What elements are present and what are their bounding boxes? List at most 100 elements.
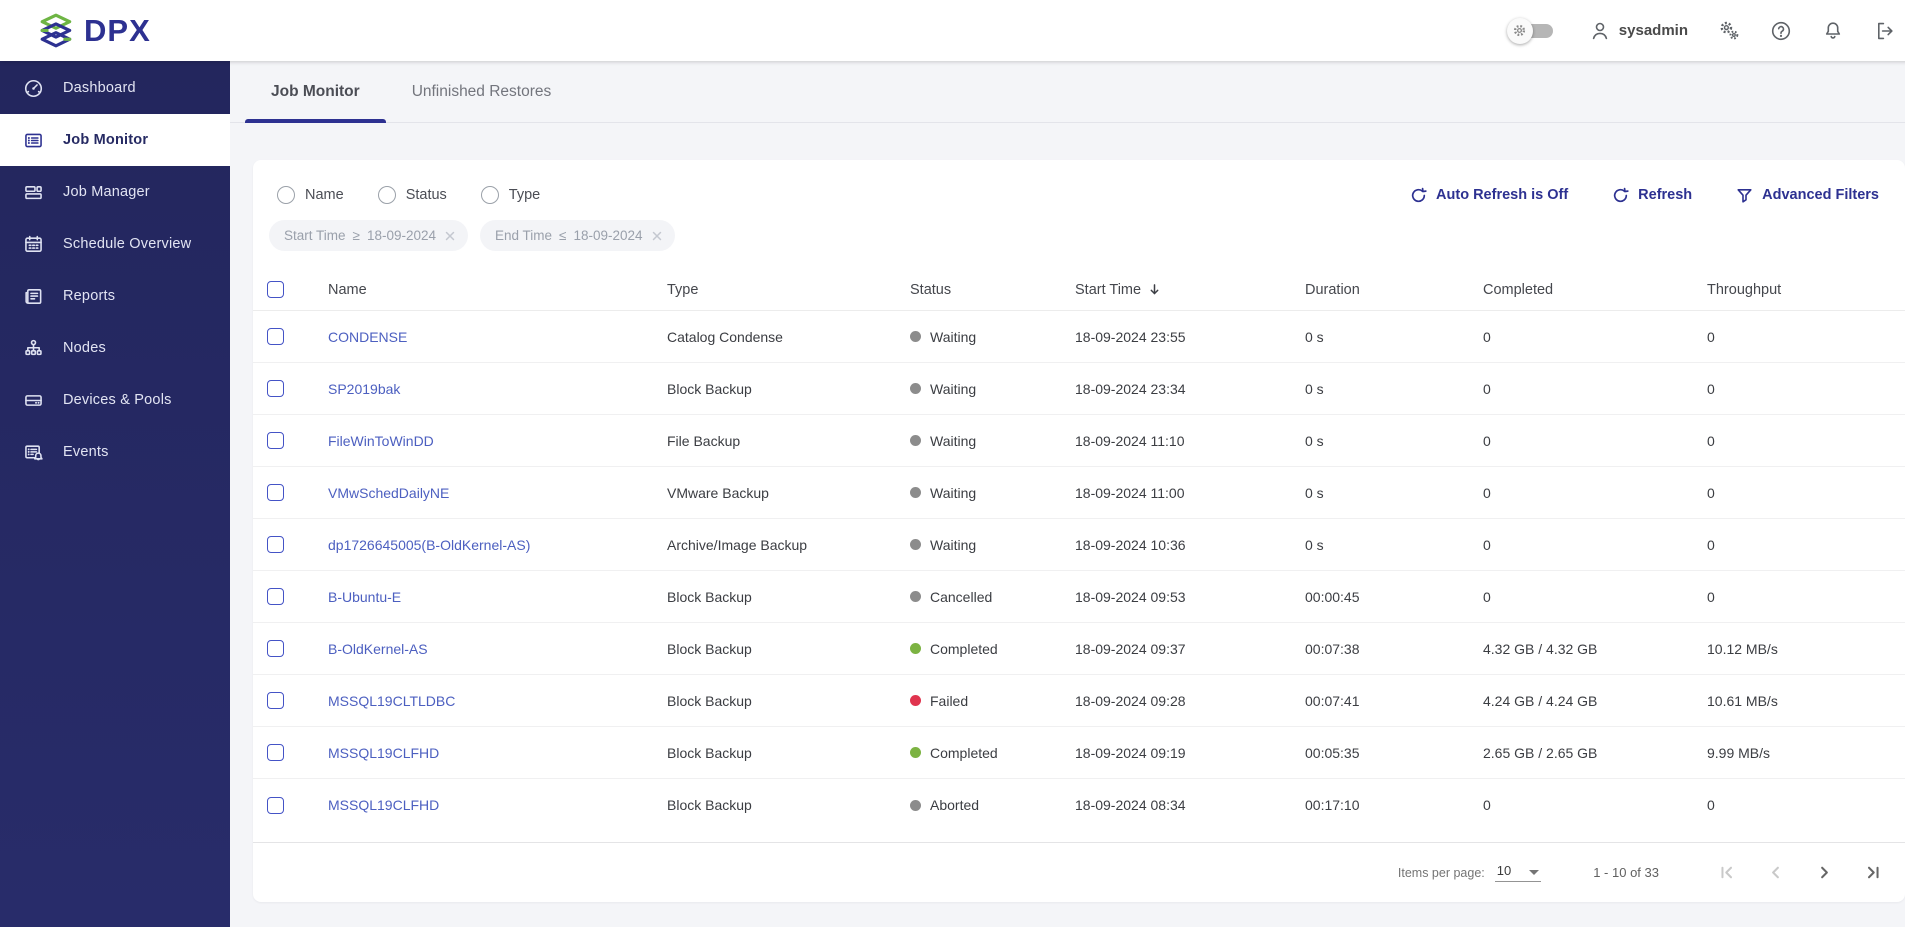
sidebar-item-label: Reports <box>63 288 116 304</box>
status-label: Waiting <box>930 380 977 397</box>
row-checkbox[interactable] <box>267 692 284 709</box>
job-name-link[interactable]: SP2019bak <box>328 381 400 397</box>
events-icon <box>23 442 44 463</box>
job-type-cell: VMware Backup <box>667 484 769 501</box>
logo-text: DPX <box>84 12 151 48</box>
sidebar-item-dashboard[interactable]: Dashboard <box>0 62 230 114</box>
chip-close-icon[interactable] <box>650 229 664 243</box>
status-label: Cancelled <box>930 588 993 605</box>
status-label: Aborted <box>930 797 980 813</box>
sidebar-item-events[interactable]: Events <box>0 426 230 478</box>
auto-refresh-is-off-button[interactable]: Auto Refresh is Off <box>1410 187 1568 204</box>
advanced-filters-button[interactable]: Advanced Filters <box>1736 187 1879 204</box>
system-settings-icon[interactable] <box>1718 20 1740 42</box>
notifications-bell-icon[interactable] <box>1822 20 1844 42</box>
tabstrip: Job Monitor Unfinished Restores <box>230 61 1920 123</box>
filter-chip-start-time: Start Time ≥ 18-09-2024 <box>269 220 468 251</box>
nodes-icon <box>23 338 44 359</box>
status-label: Waiting <box>930 328 977 345</box>
job-status-cell: Waiting <box>910 329 1075 345</box>
job-name-link[interactable]: FileWinToWinDD <box>328 433 434 449</box>
row-checkbox[interactable] <box>267 744 284 761</box>
row-checkbox[interactable] <box>267 588 284 605</box>
scrollbar[interactable] <box>1905 61 1920 927</box>
status-label: Waiting <box>930 536 977 553</box>
sidebar-item-nodes[interactable]: Nodes <box>0 322 230 374</box>
last-page-button[interactable] <box>1864 863 1883 882</box>
help-icon[interactable] <box>1770 20 1792 42</box>
radio-label: Name <box>305 187 344 203</box>
status-label: Waiting <box>930 484 977 501</box>
job-name-link[interactable]: VMwSchedDailyNE <box>328 485 449 501</box>
row-checkbox[interactable] <box>267 536 284 553</box>
chip-close-icon[interactable] <box>443 229 457 243</box>
duration-cell: 0 s <box>1305 380 1324 397</box>
job-name-link[interactable]: MSSQL19CLFHD <box>328 797 439 813</box>
start-time-cell: 18-09-2024 09:37 <box>1075 640 1186 657</box>
job-name-link[interactable]: MSSQL19CLTLDBC <box>328 693 455 709</box>
column-header-throughput[interactable]: Throughput <box>1707 282 1891 298</box>
table-body: CONDENSE Catalog Condense Waiting 18-09-… <box>253 311 1905 831</box>
job-type-cell: Block Backup <box>667 380 752 397</box>
throughput-cell: 0 <box>1707 588 1715 605</box>
schedule-overview-icon <box>23 234 44 255</box>
topbar: DPX sysadmin <box>0 0 1920 61</box>
logout-icon[interactable] <box>1874 20 1896 42</box>
completed-cell: 2.65 GB / 2.65 GB <box>1483 744 1598 761</box>
sidebar-item-job-manager[interactable]: Job Manager <box>0 166 230 218</box>
tab-unfinished-restores[interactable]: Unfinished Restores <box>386 61 578 122</box>
items-per-page-select[interactable]: 10 <box>1494 863 1542 882</box>
row-checkbox[interactable] <box>267 796 284 814</box>
job-name-link[interactable]: B-Ubuntu-E <box>328 589 401 605</box>
duration-cell: 0 s <box>1305 484 1324 501</box>
settings-mode-toggle[interactable] <box>1506 17 1553 44</box>
row-checkbox[interactable] <box>267 328 284 345</box>
refresh-button[interactable]: Refresh <box>1612 187 1692 204</box>
job-name-link[interactable]: MSSQL19CLFHD <box>328 745 439 761</box>
pagination-range: 1 - 10 of 33 <box>1593 865 1659 880</box>
radio-circle[interactable] <box>377 186 396 204</box>
user-menu[interactable]: sysadmin <box>1589 20 1688 42</box>
next-page-button[interactable] <box>1815 863 1834 882</box>
action-label: Advanced Filters <box>1762 187 1879 203</box>
row-checkbox[interactable] <box>267 484 284 501</box>
row-checkbox[interactable] <box>267 640 284 657</box>
column-header-name[interactable]: Name <box>328 282 667 298</box>
duration-cell: 0 s <box>1305 328 1324 345</box>
sidebar-item-reports[interactable]: Reports <box>0 270 230 322</box>
row-checkbox[interactable] <box>267 380 284 397</box>
row-checkbox[interactable] <box>267 432 284 449</box>
column-header-completed[interactable]: Completed <box>1483 282 1707 298</box>
status-dot <box>910 747 921 758</box>
start-time-cell: 18-09-2024 23:34 <box>1075 380 1186 397</box>
filter-icon <box>1736 187 1753 204</box>
job-name-link[interactable]: CONDENSE <box>328 329 407 345</box>
job-name-link[interactable]: B-OldKernel-AS <box>328 641 428 657</box>
status-dot <box>910 331 921 342</box>
dpx-layers-icon <box>38 12 74 50</box>
job-status-cell: Aborted <box>910 797 1075 813</box>
completed-cell: 0 <box>1483 380 1491 397</box>
table-row: MSSQL19CLFHD Block Backup Aborted 18-09-… <box>253 779 1905 831</box>
column-header-type[interactable]: Type <box>667 282 910 298</box>
radio-status[interactable]: Status <box>377 186 447 204</box>
duration-cell: 00:17:10 <box>1305 797 1360 813</box>
sidebar-item-schedule-overview[interactable]: Schedule Overview <box>0 218 230 270</box>
tab-job-monitor[interactable]: Job Monitor <box>245 61 386 123</box>
select-all-checkbox[interactable] <box>267 281 284 298</box>
job-name-link[interactable]: dp1726645005(B-OldKernel-AS) <box>328 537 530 553</box>
column-header-status[interactable]: Status <box>910 282 1075 298</box>
radio-type[interactable]: Type <box>480 186 540 204</box>
sidebar-item-devices-pools[interactable]: Devices & Pools <box>0 374 230 426</box>
radio-circle[interactable] <box>480 186 499 204</box>
filter-chip-end-time: End Time ≤ 18-09-2024 <box>480 220 675 251</box>
toggle-gear-icon <box>1506 17 1533 44</box>
sidebar-item-job-monitor[interactable]: Job Monitor <box>0 114 230 166</box>
job-type-cell: Archive/Image Backup <box>667 536 808 553</box>
dpx-logo[interactable]: DPX <box>38 12 151 50</box>
start-time-cell: 18-09-2024 08:34 <box>1075 797 1186 813</box>
column-header-start-time[interactable]: Start Time <box>1075 282 1305 298</box>
radio-name[interactable]: Name <box>277 186 344 204</box>
radio-circle[interactable] <box>277 186 295 204</box>
column-header-duration[interactable]: Duration <box>1305 282 1483 298</box>
